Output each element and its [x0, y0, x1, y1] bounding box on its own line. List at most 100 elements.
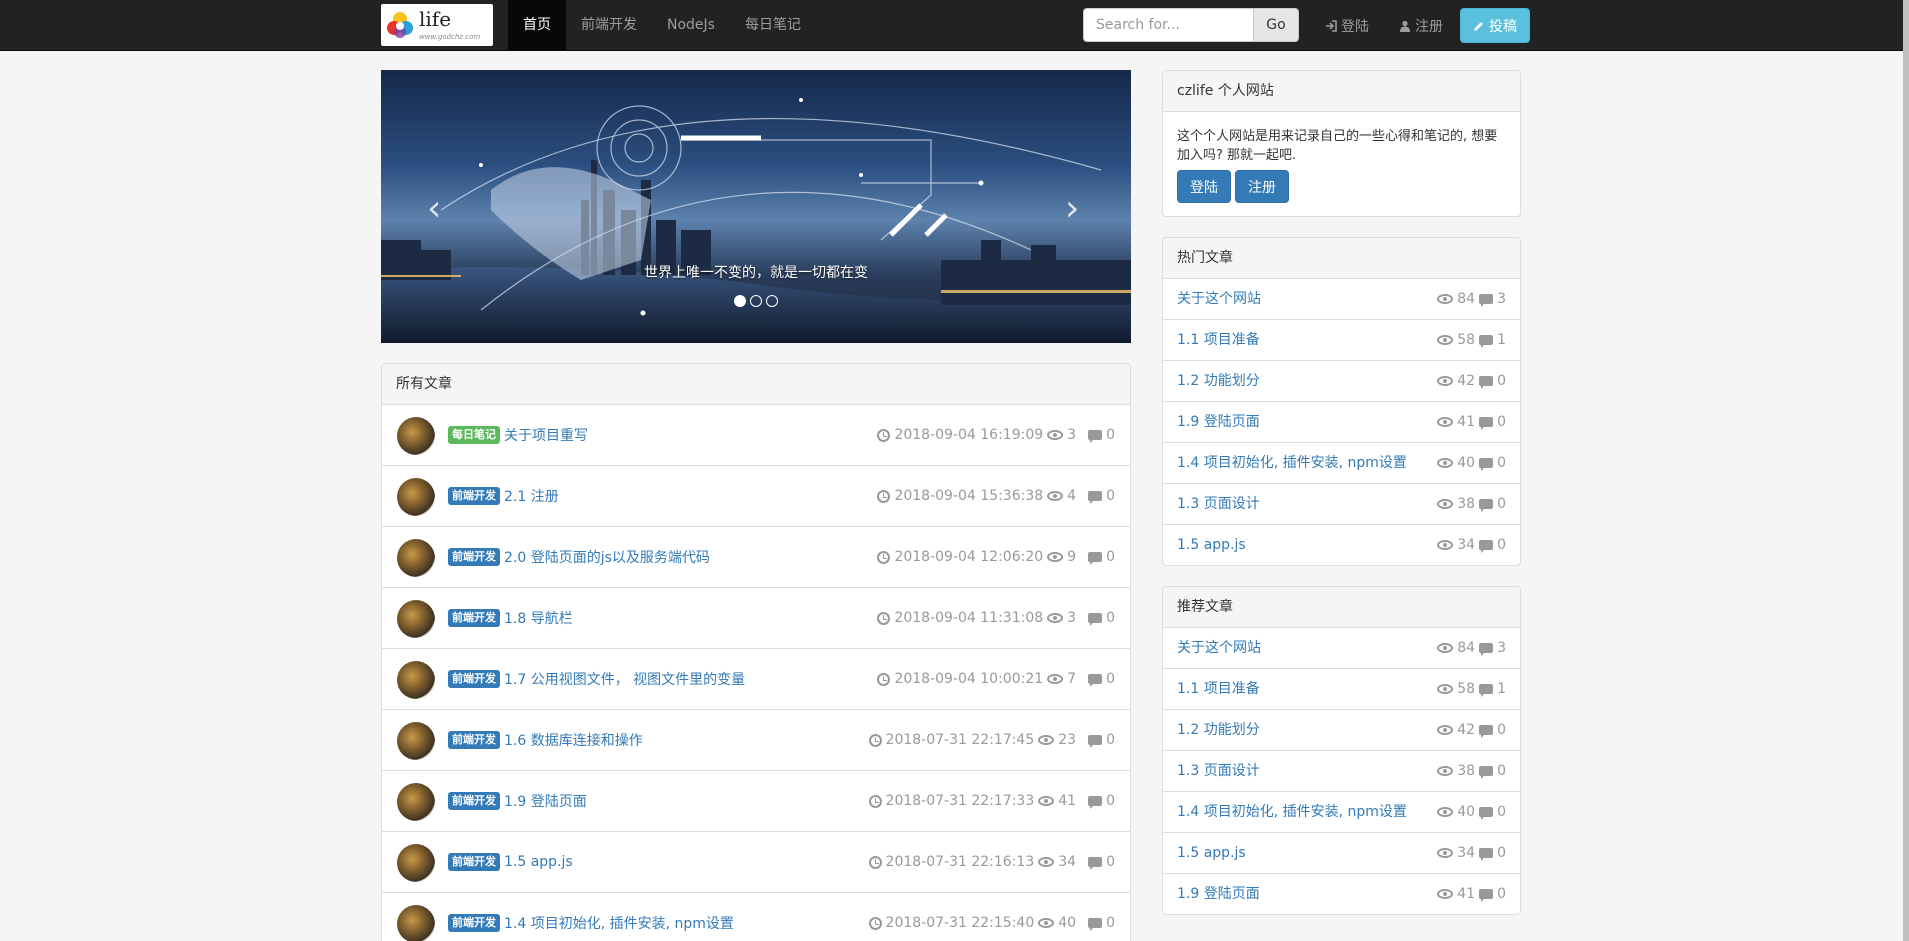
- eye-icon: [1437, 335, 1454, 345]
- eye-icon: [1437, 458, 1454, 468]
- carousel-next-icon[interactable]: ›: [1065, 188, 1079, 229]
- eye-icon: [1038, 857, 1055, 867]
- avatar: [397, 417, 435, 455]
- comment-count: 0: [1497, 373, 1506, 389]
- article-title-link[interactable]: 关于项目重写: [504, 425, 588, 445]
- comment-icon: [1479, 540, 1494, 553]
- hot-article-link[interactable]: 关于这个网站: [1177, 279, 1261, 319]
- carousel-indicators: [381, 295, 1131, 307]
- recommended-article-link[interactable]: 1.9 登陆页面: [1177, 874, 1260, 914]
- view-count: 40: [1058, 915, 1077, 931]
- recommended-article-row: 1.2 功能划分 42 0: [1163, 710, 1520, 751]
- hot-article-link[interactable]: 1.4 项目初始化, 插件安装, npm设置: [1177, 443, 1407, 483]
- comment-count: 0: [1106, 549, 1115, 565]
- view-count: 3: [1067, 610, 1077, 626]
- recommended-article-link[interactable]: 关于这个网站: [1177, 628, 1261, 668]
- comment-count: 3: [1497, 640, 1506, 656]
- article-title-link[interactable]: 1.6 数据库连接和操作: [504, 730, 643, 750]
- navbar-container: life www.godchz.com 首页 前端开发 NodeJs 每日笔记 …: [381, 0, 1537, 51]
- site-logo[interactable]: life www.godchz.com: [381, 4, 493, 46]
- login-icon: [1326, 19, 1337, 32]
- comment-count: 0: [1497, 845, 1506, 861]
- avatar: [397, 844, 435, 882]
- recommended-articles-panel: 推荐文章 关于这个网站 84 3 1.1 项目准备 58 1 1.2 功能划分 42 0 1…: [1162, 586, 1521, 915]
- category-tag[interactable]: 前端开发: [448, 486, 500, 506]
- carousel-prev-icon[interactable]: ‹: [427, 188, 441, 229]
- page-scrollbar[interactable]: [1903, 0, 1909, 941]
- article-title-link[interactable]: 2.1 注册: [504, 486, 559, 506]
- category-tag[interactable]: 前端开发: [448, 608, 500, 628]
- category-tag[interactable]: 前端开发: [448, 913, 500, 933]
- article-date: 2018-09-04 15:36:38: [894, 488, 1044, 504]
- hot-article-row: 关于这个网站 84 3: [1163, 279, 1520, 320]
- view-count: 58: [1457, 681, 1476, 697]
- carousel-indicator-1[interactable]: [734, 295, 746, 307]
- recommended-articles-heading: 推荐文章: [1163, 587, 1520, 628]
- login-link[interactable]: 登陆: [1310, 16, 1384, 36]
- recommended-article-link[interactable]: 1.2 功能划分: [1177, 710, 1260, 750]
- comment-count: 0: [1106, 610, 1115, 626]
- search-go-button[interactable]: Go: [1253, 8, 1299, 42]
- carousel-indicator-2[interactable]: [750, 295, 762, 307]
- comment-icon: [1088, 735, 1103, 748]
- recommended-article-link[interactable]: 1.4 项目初始化, 插件安装, npm设置: [1177, 792, 1407, 832]
- hot-article-row: 1.2 功能划分 42 0: [1163, 361, 1520, 402]
- hot-article-link[interactable]: 1.3 页面设计: [1177, 484, 1260, 524]
- article-row: 前端开发 1.4 项目初始化, 插件安装, npm设置 2018-07-31 22…: [382, 893, 1130, 941]
- category-tag[interactable]: 前端开发: [448, 730, 500, 750]
- eye-icon: [1437, 540, 1454, 550]
- recommended-article-row: 关于这个网站 84 3: [1163, 628, 1520, 669]
- recommended-article-link[interactable]: 1.5 app.js: [1177, 833, 1246, 873]
- article-date: 2018-09-04 10:00:21: [894, 671, 1044, 687]
- avatar: [397, 600, 435, 638]
- view-count: 34: [1058, 854, 1077, 870]
- hot-article-link[interactable]: 1.1 项目准备: [1177, 320, 1260, 360]
- article-title-link[interactable]: 1.8 导航栏: [504, 608, 573, 628]
- intro-login-button[interactable]: 登陆: [1177, 170, 1231, 203]
- article-title-link[interactable]: 1.9 登陆页面: [504, 791, 587, 811]
- article-title-link[interactable]: 1.5 app.js: [504, 854, 573, 870]
- category-tag[interactable]: 前端开发: [448, 547, 500, 567]
- nav-item-nodejs[interactable]: NodeJs: [652, 0, 730, 51]
- carousel-indicator-3[interactable]: [766, 295, 778, 307]
- eye-icon: [1437, 643, 1454, 653]
- nav-item-frontend[interactable]: 前端开发: [566, 0, 652, 51]
- comment-count: 0: [1497, 537, 1506, 553]
- comment-count: 0: [1497, 804, 1506, 820]
- nav-item-home[interactable]: 首页: [508, 0, 566, 51]
- register-label: 注册: [1415, 18, 1443, 35]
- hot-article-link[interactable]: 1.9 登陆页面: [1177, 402, 1260, 442]
- register-link[interactable]: 注册: [1384, 16, 1458, 36]
- article-title-link[interactable]: 2.0 登陆页面的js以及服务端代码: [504, 547, 710, 567]
- hot-articles-heading: 热门文章: [1163, 238, 1520, 279]
- post-article-button[interactable]: 投稿: [1460, 8, 1530, 43]
- category-tag[interactable]: 前端开发: [448, 791, 500, 811]
- hot-article-link[interactable]: 1.5 app.js: [1177, 525, 1246, 565]
- comment-icon: [1479, 848, 1494, 861]
- site-intro-heading: czlife 个人网站: [1163, 71, 1520, 112]
- article-title-link[interactable]: 1.4 项目初始化, 插件安装, npm设置: [504, 913, 734, 933]
- hot-article-link[interactable]: 1.2 功能划分: [1177, 361, 1260, 401]
- search-input[interactable]: [1083, 8, 1253, 42]
- recommended-article-row: 1.4 项目初始化, 插件安装, npm设置 40 0: [1163, 792, 1520, 833]
- nav-item-daily-notes[interactable]: 每日笔记: [730, 0, 816, 51]
- article-title-link[interactable]: 1.7 公用视图文件， 视图文件里的变量: [504, 669, 745, 689]
- comment-count: 0: [1106, 793, 1115, 809]
- recommended-article-link[interactable]: 1.1 项目准备: [1177, 669, 1260, 709]
- category-tag[interactable]: 每日笔记: [448, 425, 500, 445]
- category-tag[interactable]: 前端开发: [448, 669, 500, 689]
- logo-text: life: [419, 7, 452, 31]
- site-intro-panel: czlife 个人网站 这个个人网站是用来记录自己的一些心得和笔记的, 想要加入…: [1162, 70, 1521, 217]
- avatar: [397, 722, 435, 760]
- category-tag[interactable]: 前端开发: [448, 852, 500, 872]
- scrollbar-thumb[interactable]: [1903, 0, 1909, 941]
- view-count: 41: [1457, 414, 1476, 430]
- eye-icon: [1437, 417, 1454, 427]
- article-row: 前端开发 1.5 app.js 2018-07-31 22:16:13 34 0: [382, 832, 1130, 893]
- intro-register-button[interactable]: 注册: [1235, 170, 1289, 203]
- clock-icon: [868, 855, 882, 869]
- comment-icon: [1479, 499, 1494, 512]
- recommended-article-link[interactable]: 1.3 页面设计: [1177, 751, 1260, 791]
- eye-icon: [1437, 376, 1454, 386]
- view-count: 9: [1067, 549, 1077, 565]
